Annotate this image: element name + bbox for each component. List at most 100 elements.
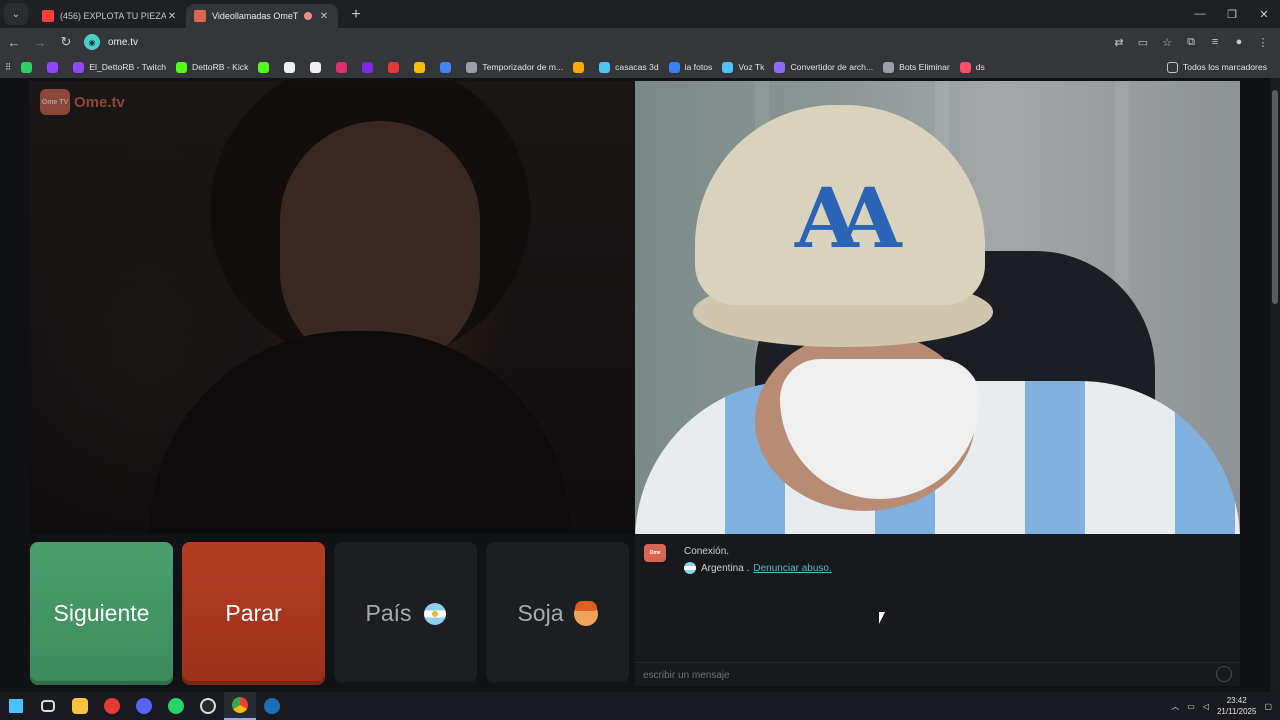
report-abuse-link[interactable]: Denunciar abuso. (753, 563, 831, 574)
bookmark-item[interactable] (305, 57, 331, 77)
bookmark-item[interactable]: casacas 3d (594, 57, 663, 77)
bookmark-label: DettoRB - Kick (192, 62, 249, 72)
country-label: País (365, 600, 412, 626)
chrome-icon[interactable] (224, 692, 256, 720)
tiktok-icon (284, 61, 296, 73)
page-viewport: Ome TV Ome.tv Ꜳ Siguiente Parar País Soj… (0, 78, 1280, 692)
close-tab-icon[interactable]: ✕ (166, 11, 178, 22)
page-scrollbar[interactable] (1270, 78, 1280, 692)
image-icon (722, 61, 734, 73)
all-bookmarks[interactable]: Todos los marcadores (1162, 57, 1272, 77)
gender-button[interactable]: Soja (486, 542, 629, 685)
bookmark-item[interactable]: ia fotos (664, 57, 718, 77)
bookmark-item[interactable]: Bots Eliminar (878, 57, 955, 77)
cast-icon[interactable]: ▭ (1132, 31, 1154, 53)
close-window-icon[interactable]: ✕ (1248, 0, 1280, 28)
self-video: Ꜳ (635, 81, 1240, 534)
address-bar[interactable]: ◉ ome.tv (80, 31, 1170, 53)
bookmark-item[interactable] (16, 57, 42, 77)
file-explorer-icon[interactable] (64, 692, 96, 720)
bookmark-item[interactable]: Voz Tk (717, 57, 769, 77)
country-button[interactable]: País (334, 542, 477, 685)
clock-date: 21/11/2025 (1216, 707, 1257, 716)
apps-grid-icon[interactable]: ⠿ (0, 57, 16, 77)
translate-icon[interactable]: ⇄ (1108, 31, 1130, 53)
argentina-flag-icon (423, 602, 446, 625)
network-icon[interactable]: ▭ (1187, 702, 1195, 711)
bookmark-item[interactable] (331, 57, 357, 77)
more-menu-icon[interactable]: ⋮ (1252, 31, 1274, 53)
scrollbar-thumb[interactable] (1272, 90, 1278, 304)
bookmark-label: Voz Tk (738, 62, 765, 72)
minimize-icon[interactable]: — (1184, 0, 1216, 28)
bookmark-item[interactable]: DettoRB - Kick (171, 57, 253, 77)
chat-country: Argentina . (701, 562, 750, 574)
bookmark-item[interactable]: El_DettoRB - Twitch (68, 57, 171, 77)
argentina-flag-icon (684, 562, 696, 574)
bookmark-star-icon[interactable]: ☆ (1156, 31, 1178, 53)
tab-title: Videollamadas OmeTV — A (212, 11, 298, 21)
tray-chevron-icon[interactable]: ︿ (1171, 701, 1179, 712)
restore-icon[interactable]: ❐ (1216, 0, 1248, 28)
notifications-icon[interactable]: ▢ (1264, 702, 1272, 711)
steam-icon[interactable] (256, 692, 288, 720)
close-tab-icon[interactable]: ✕ (318, 11, 330, 22)
app-red-icon[interactable] (96, 692, 128, 720)
tab-search-button[interactable]: ⌄ (4, 3, 28, 25)
boy-emoji-icon (573, 600, 598, 626)
ometv-chat-icon: Ome (644, 544, 666, 562)
tab-youtube[interactable]: (456) EXPLOTA TU PIEZA #1 EL ✕ (34, 4, 186, 28)
stranger-video: Ome TV Ome.tv (30, 81, 635, 534)
bookmark-item[interactable] (42, 57, 68, 77)
profile-avatar[interactable]: ● (1228, 31, 1250, 53)
bookmark-item[interactable] (253, 57, 279, 77)
bookmark-item[interactable] (357, 57, 383, 77)
twitch-icon (73, 61, 85, 73)
toolbar-actions: ⇄ ▭ ☆ ⧉ ≡ ● ⋮ (1108, 31, 1274, 53)
windows-start-icon[interactable] (0, 692, 32, 720)
new-tab-button[interactable]: + (344, 4, 368, 26)
canva-icon (362, 61, 374, 73)
obs-icon[interactable] (192, 692, 224, 720)
task-view-icon[interactable] (32, 692, 64, 720)
timer-icon (466, 61, 478, 73)
clock[interactable]: 23:42 21/11/2025 (1217, 695, 1256, 717)
bookmark-item[interactable] (568, 57, 594, 77)
media-icon[interactable]: ≡ (1204, 31, 1226, 53)
tab-ometv[interactable]: Videollamadas OmeTV — A ✕ (186, 4, 338, 28)
site-info-icon[interactable]: ◉ (84, 34, 100, 50)
bookmark-item[interactable]: ds (955, 57, 990, 77)
extensions-icon[interactable]: ⧉ (1180, 31, 1202, 53)
whatsapp-icon[interactable] (160, 692, 192, 720)
bookmarks-bar: ⠿ El_DettoRB - Twitch DettoRB - Kick Tempo… (0, 56, 1280, 78)
control-buttons: Siguiente Parar País Soja (30, 542, 629, 685)
bookmark-label: Temporizador de m... (482, 62, 564, 72)
reload-button[interactable]: ↻ (54, 30, 78, 54)
system-tray: ︿ ▭ ◁ 23:42 21/11/2025 ▢ (1171, 692, 1272, 720)
clock-time: 23:42 (1226, 696, 1247, 705)
message-input[interactable] (643, 667, 1203, 683)
discord-icon[interactable] (128, 692, 160, 720)
video-body (150, 331, 570, 534)
volume-icon[interactable]: ◁ (1203, 702, 1209, 711)
bookmark-item[interactable] (435, 57, 461, 77)
chat-connection-message: Conexión. (684, 546, 730, 557)
bookmark-item[interactable]: Convertidor de arch... (769, 57, 878, 77)
url-text: ome.tv (108, 36, 139, 48)
next-button[interactable]: Siguiente (30, 542, 173, 685)
chat-country-line: Argentina . Denunciar abuso. (684, 562, 832, 574)
kick-icon (176, 61, 188, 73)
bookmark-item[interactable]: Temporizador de m... (461, 57, 568, 77)
forward-button[interactable]: → (28, 30, 52, 54)
bookmark-item[interactable] (383, 57, 409, 77)
bookmark-item[interactable] (279, 57, 305, 77)
emoji-icon[interactable] (1216, 666, 1232, 682)
message-input-bar (635, 662, 1240, 686)
stop-button[interactable]: Parar (182, 542, 325, 685)
back-button[interactable]: ← (2, 30, 26, 54)
bookmark-item[interactable] (409, 57, 435, 77)
mouse-cursor-icon (879, 612, 885, 624)
bookmark-label: casacas 3d (615, 62, 659, 72)
tab-title: (456) EXPLOTA TU PIEZA #1 EL (60, 11, 166, 21)
window-controls: — ❐ ✕ (1184, 0, 1280, 28)
